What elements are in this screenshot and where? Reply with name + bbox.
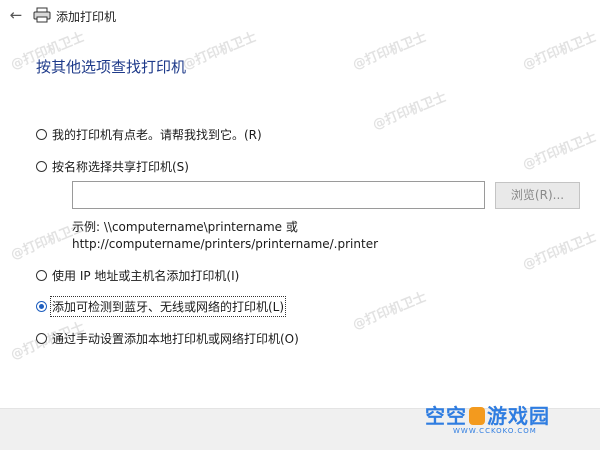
option-old-printer[interactable]: 我的打印机有点老。请帮我找到它。(R)	[36, 126, 262, 143]
watermark: @打印机卫士	[350, 289, 429, 333]
logo-k-icon	[469, 407, 485, 425]
example-line-1: 示例: \\computername\printername 或	[72, 220, 298, 234]
example-line-2: http://computername/printers/printername…	[72, 237, 379, 251]
watermark: @打印机卫士	[520, 229, 599, 273]
option-ip-address[interactable]: 使用 IP 地址或主机名添加打印机(I)	[36, 267, 239, 284]
radio-old-printer[interactable]	[36, 129, 47, 140]
radio-shared-printer[interactable]	[36, 161, 47, 172]
radio-ip-address[interactable]	[36, 270, 47, 281]
logo-text-left: 空空	[425, 404, 467, 428]
example-text: 示例: \\computername\printername 或 http://…	[72, 219, 378, 253]
window-title: 添加打印机	[56, 10, 117, 24]
logo-url: WWW.CCKOKO.COM	[453, 427, 537, 435]
watermark: @打印机卫士	[520, 129, 599, 173]
option-shared-printer[interactable]: 按名称选择共享打印机(S)	[36, 158, 189, 175]
radio-bluetooth-wireless-network[interactable]	[36, 301, 47, 312]
site-logo: 空空 游戏园 WWW.CCKOKO.COM	[425, 405, 595, 445]
back-arrow-icon[interactable]: ←	[6, 6, 26, 24]
page-heading: 按其他选项查找打印机	[36, 58, 187, 76]
radio-manual-local[interactable]	[36, 333, 47, 344]
watermark: @打印机卫士	[350, 29, 429, 73]
option-manual-local[interactable]: 通过手动设置添加本地打印机或网络打印机(O)	[36, 330, 299, 347]
watermark: @打印机卫士	[520, 29, 599, 73]
logo-text-right: 游戏园	[487, 404, 550, 428]
title-bar: ← 添加打印机	[0, 0, 600, 32]
option-bluetooth-wireless-network[interactable]: 添加可检测到蓝牙、无线或网络的打印机(L)	[36, 296, 287, 317]
printer-icon	[33, 7, 51, 23]
option-label: 添加可检测到蓝牙、无线或网络的打印机(L)	[49, 296, 287, 317]
browse-button[interactable]: 浏览(R)...	[495, 182, 580, 209]
option-label: 我的打印机有点老。请帮我找到它。(R)	[52, 128, 262, 142]
shared-printer-name-input[interactable]	[72, 181, 485, 209]
watermark: @打印机卫士	[370, 89, 449, 133]
option-label: 使用 IP 地址或主机名添加打印机(I)	[52, 269, 240, 283]
watermark: @打印机卫士	[180, 29, 259, 73]
option-label: 通过手动设置添加本地打印机或网络打印机(O)	[52, 332, 299, 346]
option-label: 按名称选择共享打印机(S)	[52, 160, 189, 174]
logo-text: 空空 游戏园	[425, 405, 595, 427]
